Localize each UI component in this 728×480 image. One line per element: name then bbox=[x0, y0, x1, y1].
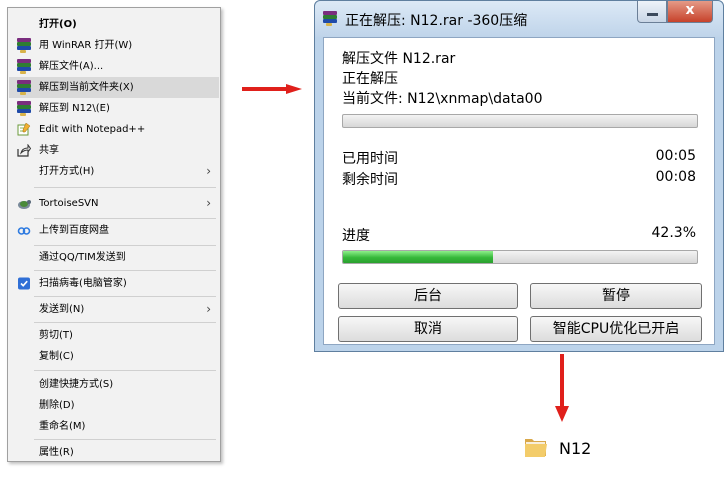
progress-percent: 42.3% bbox=[651, 225, 696, 241]
context-menu: 打开(O) 用 WinRAR 打开(W) 解压文件(A)... 解压到当前文件夹… bbox=[7, 7, 221, 462]
close-button[interactable]: x bbox=[667, 1, 713, 23]
dialog-content: 解压文件 N12.rar 正在解压 当前文件: N12\xnmap\data00… bbox=[323, 37, 715, 345]
menu-item-open-with-winrar[interactable]: 用 WinRAR 打开(W) bbox=[9, 35, 219, 56]
winrar-icon bbox=[17, 101, 31, 116]
menu-item-label: 创建快捷方式(S) bbox=[39, 379, 114, 390]
menu-item-label: 发送到(N) bbox=[39, 304, 85, 315]
notepad-plus-icon bbox=[17, 123, 31, 136]
window-title: 正在解压: N12.rar -360压缩 bbox=[345, 13, 528, 29]
menu-item-cut[interactable]: 剪切(T) bbox=[9, 325, 219, 346]
minimize-icon bbox=[647, 13, 658, 16]
tortoisesvn-icon bbox=[18, 200, 31, 209]
menu-divider bbox=[34, 370, 216, 371]
chevron-right-icon: › bbox=[206, 196, 211, 210]
folder-name[interactable]: N12 bbox=[559, 439, 591, 458]
menu-divider bbox=[34, 439, 216, 440]
winrar-icon bbox=[17, 38, 31, 53]
chevron-right-icon: › bbox=[206, 302, 211, 316]
menu-item-open[interactable]: 打开(O) bbox=[9, 14, 219, 35]
progress-label: 进度 bbox=[342, 228, 370, 244]
menu-item-create-shortcut[interactable]: 创建快捷方式(S) bbox=[9, 374, 219, 395]
menu-item-label: 解压到 N12\(E) bbox=[39, 103, 110, 114]
folder-icon[interactable] bbox=[524, 436, 548, 458]
chevron-right-icon: › bbox=[206, 164, 211, 178]
menu-item-label: 扫描病毒(电脑管家) bbox=[39, 278, 127, 289]
extract-dialog-window: 正在解压: N12.rar -360压缩 x 解压文件 N12.rar 正在解压… bbox=[314, 0, 724, 352]
total-progress-bar bbox=[342, 250, 698, 264]
menu-item-properties[interactable]: 属性(R) bbox=[9, 442, 219, 463]
pause-button[interactable]: 暂停 bbox=[530, 283, 702, 309]
remaining-label: 剩余时间 bbox=[342, 172, 398, 188]
winrar-icon bbox=[17, 59, 31, 74]
close-icon: x bbox=[685, 2, 695, 18]
menu-item-extract-files[interactable]: 解压文件(A)... bbox=[9, 56, 219, 77]
menu-divider bbox=[34, 187, 216, 188]
winrar-icon bbox=[17, 80, 31, 95]
menu-item-extract-here[interactable]: 解压到当前文件夹(X) bbox=[9, 77, 219, 98]
menu-item-label: 打开方式(H) bbox=[39, 166, 95, 177]
menu-item-label: 上传到百度网盘 bbox=[39, 225, 109, 236]
baidu-netdisk-icon bbox=[17, 227, 31, 235]
menu-item-tortoisesvn[interactable]: TortoiseSVN › bbox=[9, 193, 219, 214]
menu-item-copy[interactable]: 复制(C) bbox=[9, 346, 219, 367]
menu-divider bbox=[34, 322, 216, 323]
menu-item-scan-virus[interactable]: 扫描病毒(电脑管家) bbox=[9, 273, 219, 294]
menu-item-label: 打开(O) bbox=[39, 19, 77, 30]
menu-item-label: Edit with Notepad++ bbox=[39, 124, 146, 135]
menu-item-label: 删除(D) bbox=[39, 400, 75, 411]
pc-manager-shield-icon bbox=[18, 277, 30, 290]
360zip-app-icon bbox=[323, 11, 339, 27]
menu-divider bbox=[34, 245, 216, 246]
menu-item-label: 共享 bbox=[39, 145, 59, 156]
title-bar[interactable]: 正在解压: N12.rar -360压缩 x bbox=[315, 1, 723, 37]
menu-item-extract-to-folder[interactable]: 解压到 N12\(E) bbox=[9, 98, 219, 119]
elapsed-label: 已用时间 bbox=[342, 151, 398, 167]
elapsed-value: 00:05 bbox=[655, 148, 696, 164]
archive-name-text: 解压文件 N12.rar bbox=[342, 51, 456, 67]
menu-item-label: 用 WinRAR 打开(W) bbox=[39, 40, 133, 51]
status-text: 正在解压 bbox=[342, 71, 398, 87]
cancel-button[interactable]: 取消 bbox=[338, 316, 518, 342]
background-button[interactable]: 后台 bbox=[338, 283, 518, 309]
menu-item-upload-baidu[interactable]: 上传到百度网盘 bbox=[9, 220, 219, 241]
menu-item-label: 重命名(M) bbox=[39, 421, 86, 432]
menu-item-send-to[interactable]: 发送到(N) › bbox=[9, 299, 219, 320]
down-arrow-icon bbox=[555, 354, 569, 422]
menu-item-open-with[interactable]: 打开方式(H) › bbox=[9, 161, 219, 182]
menu-item-label: 复制(C) bbox=[39, 351, 74, 362]
file-progress-bar bbox=[342, 114, 698, 128]
menu-divider bbox=[34, 270, 216, 271]
cpu-optimization-button[interactable]: 智能CPU优化已开启 bbox=[530, 316, 702, 342]
menu-item-label: 解压到当前文件夹(X) bbox=[39, 82, 134, 93]
menu-item-label: TortoiseSVN bbox=[39, 198, 99, 209]
right-arrow-icon bbox=[242, 84, 302, 94]
minimize-button[interactable] bbox=[637, 1, 667, 23]
menu-item-label: 剪切(T) bbox=[39, 330, 73, 341]
menu-item-share[interactable]: 共享 bbox=[9, 140, 219, 161]
menu-item-label: 属性(R) bbox=[39, 447, 74, 458]
remaining-value: 00:08 bbox=[655, 169, 696, 185]
menu-item-label: 解压文件(A)... bbox=[39, 61, 104, 72]
menu-item-delete[interactable]: 删除(D) bbox=[9, 395, 219, 416]
current-file-text: 当前文件: N12\xnmap\data00 bbox=[342, 91, 543, 107]
menu-item-label: 通过QQ/TIM发送到 bbox=[39, 252, 126, 263]
share-icon bbox=[17, 144, 31, 157]
menu-item-rename[interactable]: 重命名(M) bbox=[9, 416, 219, 437]
menu-divider bbox=[34, 218, 216, 219]
menu-divider bbox=[34, 296, 216, 297]
menu-item-edit-notepad[interactable]: Edit with Notepad++ bbox=[9, 119, 219, 140]
total-progress-fill bbox=[343, 251, 493, 263]
menu-item-send-qq[interactable]: 通过QQ/TIM发送到 bbox=[9, 247, 219, 268]
